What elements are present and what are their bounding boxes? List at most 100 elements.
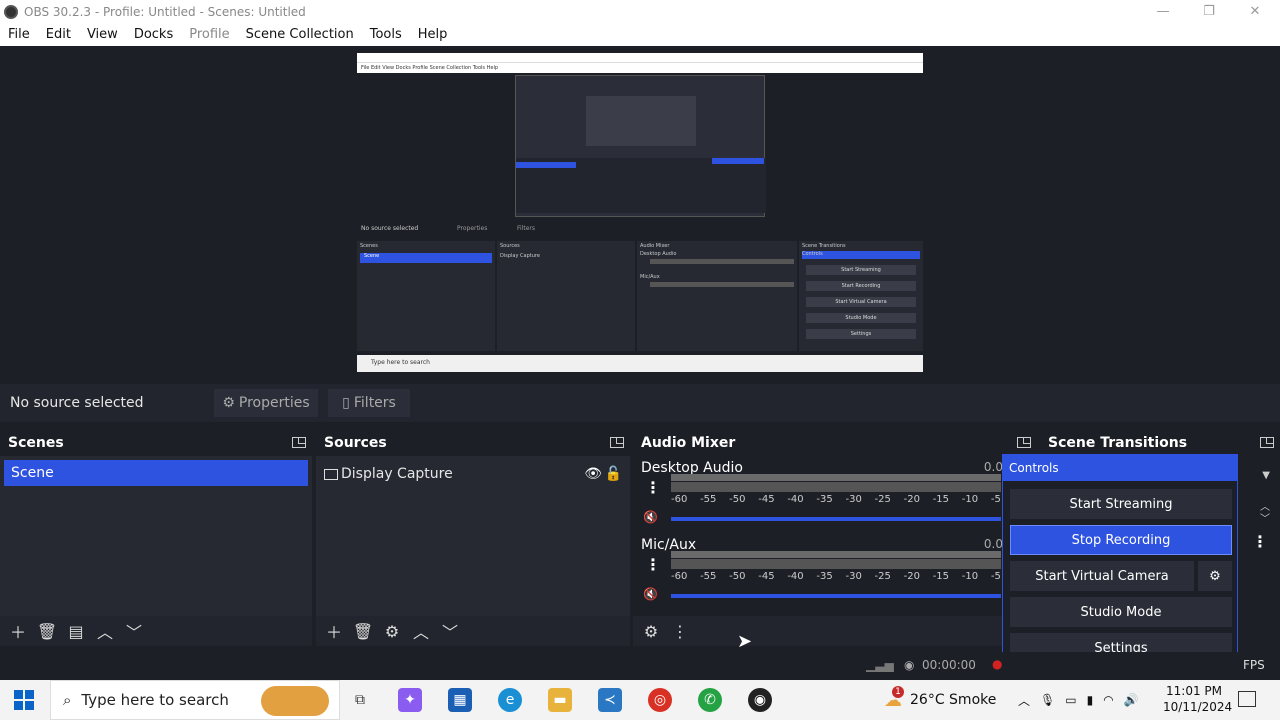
gear-icon[interactable]: ⚙ xyxy=(378,619,406,643)
maximize-button[interactable]: ❐ xyxy=(1186,0,1232,23)
chrome-icon[interactable]: ◎ xyxy=(648,688,672,712)
tick-label: -10 xyxy=(961,494,979,505)
menu-tools[interactable]: Tools xyxy=(362,27,410,42)
mouse-cursor-icon: ➤ xyxy=(737,631,753,652)
properties-button[interactable]: ⚙ Properties xyxy=(214,389,318,417)
taskbar: ⌕ Type here to search ⧉ ✦ ▦ e ▬ ≺ ◎ ✆ ◉ … xyxy=(0,680,1280,720)
notification-icon[interactable] xyxy=(1238,691,1256,707)
volume-slider[interactable] xyxy=(671,594,1001,598)
preview-mini-scene-item: Scene xyxy=(360,253,492,263)
filter-icon: ▯ xyxy=(342,395,350,411)
volume-slider[interactable] xyxy=(671,517,1001,521)
undock-icon[interactable] xyxy=(610,437,624,448)
search-placeholder: Type here to search xyxy=(81,691,229,709)
whatsapp-icon[interactable]: ✆ xyxy=(698,688,722,712)
start-streaming-button[interactable]: Start Streaming xyxy=(1010,489,1232,519)
channel-db: 0.0 xyxy=(983,537,1003,551)
close-button[interactable]: ✕ xyxy=(1232,0,1278,23)
add-source-button[interactable]: ＋ xyxy=(320,619,348,643)
chevron-down-icon[interactable]: ▼ xyxy=(1262,470,1270,481)
move-down-icon[interactable]: ﹀ xyxy=(120,619,148,643)
store-icon[interactable]: ▦ xyxy=(448,688,472,712)
menu-docks[interactable]: Docks xyxy=(126,27,181,42)
windows-start-icon[interactable] xyxy=(14,690,34,710)
battery-icon[interactable]: ▮ xyxy=(1087,693,1094,707)
file-explorer-icon[interactable]: ▬ xyxy=(548,688,572,712)
virtual-camera-settings-icon[interactable]: ⚙ xyxy=(1198,561,1232,591)
chevron-up-icon[interactable]: ︿ xyxy=(1018,692,1030,709)
menu-edit[interactable]: Edit xyxy=(38,27,79,42)
preview-mini-transitions-title: Scene Transitions xyxy=(802,243,846,249)
lock-icon[interactable]: 🔓 xyxy=(605,462,622,486)
weather-widget[interactable]: ☁ 1 26°C Smoke xyxy=(884,680,996,720)
preview-mini-controls: Controls xyxy=(802,251,920,259)
tick-label: -25 xyxy=(874,571,891,582)
preview-mini-taskbar: Type here to search xyxy=(357,355,923,372)
filter-icon[interactable]: ▤ xyxy=(62,619,90,643)
preview-mini-search: Type here to search xyxy=(371,359,430,366)
stop-recording-button[interactable]: Stop Recording xyxy=(1010,525,1232,555)
volume-icon[interactable]: 🔊 xyxy=(1124,693,1139,707)
menu-profile[interactable]: Profile xyxy=(181,27,237,42)
vscode-icon[interactable]: ≺ xyxy=(598,688,622,712)
preview-canvas[interactable]: File Edit View Docks Profile Scene Colle… xyxy=(357,53,923,372)
preview-mini-inner-panels xyxy=(516,158,766,213)
channel-db: 0.0 xyxy=(983,460,1003,474)
clock[interactable]: 11:01 PM 10/11/2024 xyxy=(1163,683,1232,715)
tick-label: -50 xyxy=(729,494,746,505)
stream-time: 00:00:00 xyxy=(922,658,976,672)
preview-mini-mixer: Audio Mixer Desktop Audio Mic/Aux xyxy=(637,241,797,351)
menu-file[interactable]: File xyxy=(0,27,38,42)
move-up-icon[interactable]: ︿ xyxy=(407,619,435,643)
undock-icon[interactable] xyxy=(292,437,306,448)
scene-item[interactable]: Scene xyxy=(4,460,308,486)
more-options-icon[interactable]: ⋮ xyxy=(666,619,694,643)
eye-icon[interactable]: 👁 xyxy=(584,462,602,486)
monitor-icon xyxy=(324,468,338,480)
volume-meter-2 xyxy=(671,559,1001,569)
mixer-toolbar: ⚙ ⋮ xyxy=(633,616,1037,646)
record-icon: ● xyxy=(992,657,1003,671)
undock-icon[interactable] xyxy=(1260,437,1274,448)
minimize-button[interactable]: — xyxy=(1140,0,1186,23)
source-toolbar: No source selected ⚙ Properties ▯ Filter… xyxy=(0,384,1280,422)
task-view-icon[interactable]: ⧉ xyxy=(348,688,372,712)
search-highlight-icon xyxy=(261,686,329,716)
speaker-icon[interactable]: 🔇 xyxy=(643,510,659,524)
menu-view[interactable]: View xyxy=(79,27,126,42)
microphone-icon[interactable]: 🔇 xyxy=(643,587,659,601)
system-tray: ︿ 🎙 ▭ ▮ ◠ 🔊 xyxy=(1018,680,1139,720)
trash-icon[interactable]: 🗑 xyxy=(349,619,377,643)
source-item[interactable]: Display Capture 👁 🔓 xyxy=(324,462,622,486)
menu-help[interactable]: Help xyxy=(410,27,456,42)
window-title: OBS 30.2.3 - Profile: Untitled - Scenes:… xyxy=(24,4,306,19)
volume-meter xyxy=(671,551,1001,558)
edge-icon[interactable]: e xyxy=(498,688,522,712)
filters-button[interactable]: ▯ Filters xyxy=(328,389,410,417)
preview-mini-scenes-title: Scenes xyxy=(360,243,378,249)
microphone-icon[interactable]: 🎙 xyxy=(1040,693,1055,707)
scene-transitions-title: Scene Transitions xyxy=(1048,435,1188,451)
status-bar: ▁▃▅ ◉ 00:00:00 ● FPS xyxy=(0,652,1280,680)
copilot-icon[interactable]: ✦ xyxy=(398,688,422,712)
trash-icon[interactable]: 🗑 xyxy=(33,619,61,643)
start-virtual-camera-button[interactable]: Start Virtual Camera xyxy=(1010,561,1194,591)
taskbar-search[interactable]: ⌕ Type here to search xyxy=(50,680,340,720)
network-icon[interactable]: ▭ xyxy=(1065,693,1076,707)
preview-area[interactable]: File Edit View Docks Profile Scene Colle… xyxy=(0,46,1280,378)
gear-icon[interactable]: ⚙ xyxy=(637,619,665,643)
more-options-icon[interactable]: ⋮ xyxy=(645,478,661,497)
scenes-list: Scene xyxy=(0,456,312,616)
move-down-icon[interactable]: ﹀ xyxy=(436,619,464,643)
move-up-icon[interactable]: ︿ xyxy=(91,619,119,643)
undock-icon[interactable] xyxy=(1017,437,1031,448)
obs-taskbar-icon[interactable]: ◉ xyxy=(748,688,772,712)
more-options-icon[interactable]: ⋮ xyxy=(1252,532,1268,551)
menu-scene-collection[interactable]: Scene Collection xyxy=(238,27,362,42)
wifi-icon[interactable]: ◠ xyxy=(1103,693,1113,707)
studio-mode-button[interactable]: Studio Mode xyxy=(1010,597,1232,627)
add-scene-button[interactable]: ＋ xyxy=(4,619,32,643)
chevron-down-small-icon[interactable]: ﹀ xyxy=(1260,510,1270,525)
more-options-icon[interactable]: ⋮ xyxy=(645,555,661,574)
preview-mini-scene-label: Scene xyxy=(364,253,380,259)
